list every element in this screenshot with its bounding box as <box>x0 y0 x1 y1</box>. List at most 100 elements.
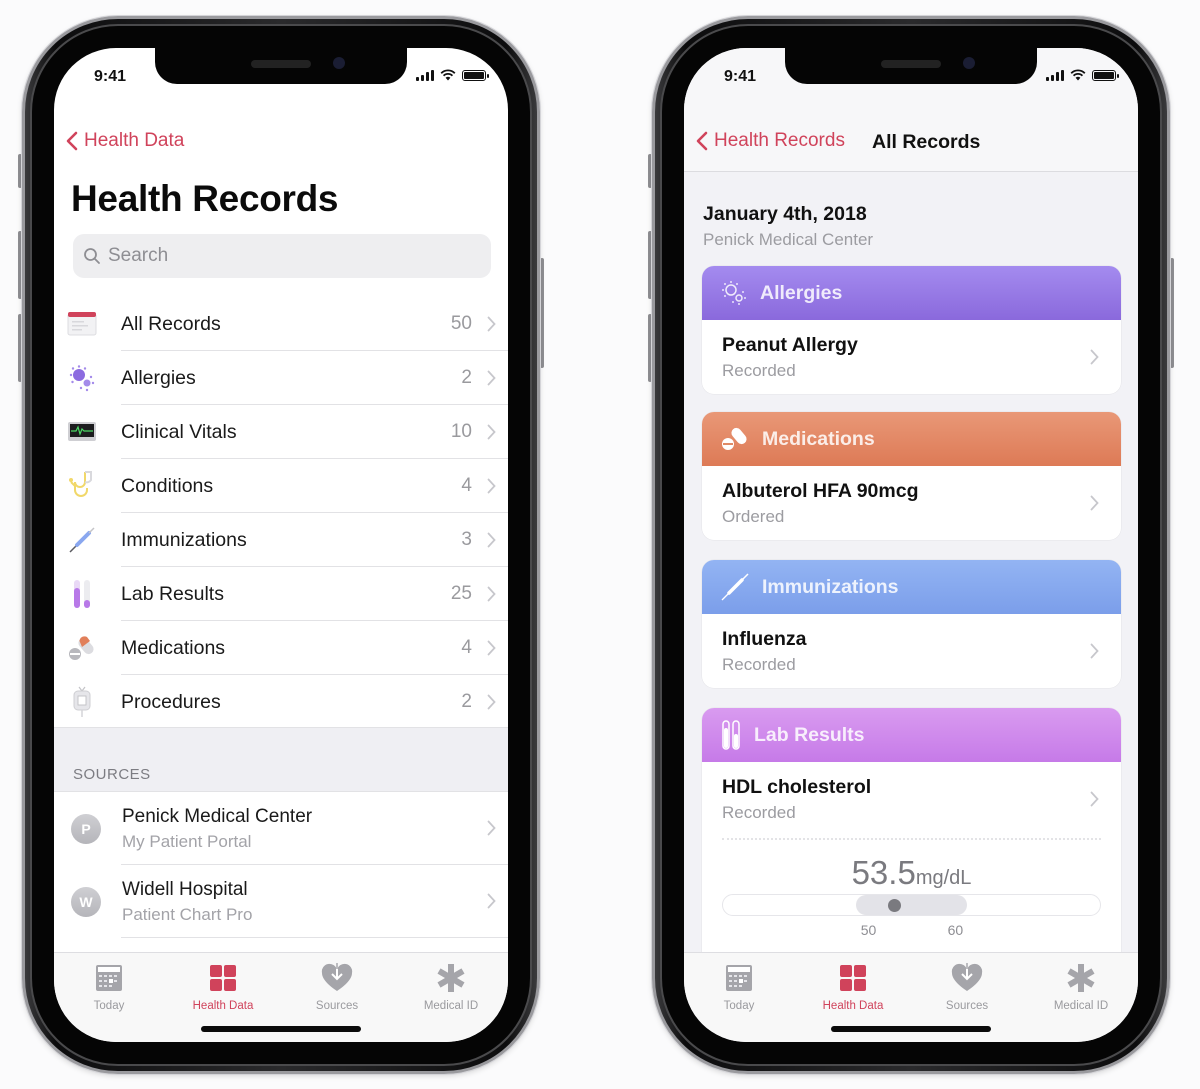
home-indicator[interactable] <box>201 1026 361 1032</box>
category-row-allergies[interactable]: Allergies 2 <box>54 351 508 405</box>
battery-icon <box>1092 70 1119 81</box>
health-records-screen: 9:41 Health Data Health Records All Reco… <box>54 48 508 1042</box>
tab-label: Sources <box>945 1000 989 1012</box>
category-row-all-records[interactable]: All Records 50 <box>54 297 508 351</box>
tab-health-data[interactable]: Health Data <box>173 962 273 1012</box>
source-row-penick[interactable]: P Penick Medical Center My Patient Porta… <box>54 792 508 865</box>
record-item: Influenza <box>722 628 807 650</box>
asterisk-icon <box>435 962 467 994</box>
category-count: 50 <box>450 313 472 334</box>
calendar-icon <box>93 962 125 994</box>
tab-label: Medical ID <box>1053 1000 1109 1012</box>
card-header: Allergies <box>702 266 1121 320</box>
category-label: Medications <box>121 636 226 659</box>
record-card-immunizations[interactable]: Immunizations Influenza Recorded <box>702 560 1121 688</box>
record-status: Ordered <box>722 507 785 526</box>
left-phone: 9:41 Health Data Health Records All Reco… <box>18 16 544 1074</box>
chevron-right-icon <box>487 370 496 386</box>
right-phone: 9:41 Health Records All Records January … <box>648 16 1174 1074</box>
iv-bag-icon <box>67 686 97 717</box>
card-body: Peanut Allergy Recorded <box>702 320 1121 394</box>
allergen-icon <box>722 281 746 305</box>
category-row-clinical-vitals[interactable]: Clinical Vitals 10 <box>54 405 508 459</box>
search-bar[interactable] <box>73 234 491 278</box>
chevron-left-icon <box>66 131 78 151</box>
asterisk-icon <box>1065 962 1097 994</box>
test-tubes-icon <box>722 720 740 750</box>
chevron-right-icon <box>487 640 496 656</box>
search-input[interactable] <box>108 245 468 267</box>
source-avatar: P <box>71 814 101 844</box>
category-row-immunizations[interactable]: Immunizations 3 <box>54 513 508 567</box>
page-title: Health Records <box>71 178 339 219</box>
lab-value-unit: mg/dL <box>915 867 972 889</box>
chevron-right-icon <box>487 586 496 602</box>
category-row-medications[interactable]: Medications 4 <box>54 621 508 675</box>
record-card-medications[interactable]: Medications Albuterol HFA 90mcg Ordered <box>702 412 1121 540</box>
side-button <box>540 258 544 368</box>
lab-value-number: 53.5 <box>851 854 916 891</box>
sources-section-header: SOURCES <box>54 727 508 792</box>
category-count: 10 <box>450 421 472 442</box>
tab-today[interactable]: Today <box>59 962 159 1012</box>
source-name: Penick Medical Center <box>122 806 313 827</box>
pills-icon <box>722 427 747 450</box>
card-body: Influenza Recorded <box>702 614 1121 688</box>
category-count: 2 <box>461 691 472 712</box>
card-header: Immunizations <box>702 560 1121 614</box>
chevron-right-icon <box>487 893 496 909</box>
reference-range-band <box>856 895 967 915</box>
home-indicator[interactable] <box>831 1026 991 1032</box>
notch <box>785 48 1037 84</box>
tab-medical-id[interactable]: Medical ID <box>401 962 501 1012</box>
record-status: Recorded <box>722 803 796 822</box>
category-label: Clinical Vitals <box>121 420 237 443</box>
card-body: HDL cholesterol Recorded <box>702 762 1121 836</box>
nav-title: All Records <box>872 131 981 153</box>
chevron-right-icon <box>487 820 496 836</box>
record-item: Peanut Allergy <box>722 334 858 356</box>
navigation-bar: Health Records All Records <box>684 96 1138 172</box>
card-header: Lab Results <box>702 708 1121 762</box>
tab-sources[interactable]: Sources <box>917 962 1017 1012</box>
back-button[interactable]: Health Records <box>696 130 845 152</box>
grid-icon <box>207 962 239 994</box>
search-icon <box>84 248 100 264</box>
sources-list: P Penick Medical Center My Patient Porta… <box>54 792 508 938</box>
pills-icon <box>67 633 97 663</box>
chevron-right-icon <box>487 424 496 440</box>
status-time: 9:41 <box>94 68 127 85</box>
tab-today[interactable]: Today <box>689 962 789 1012</box>
record-card-allergies[interactable]: Allergies Peanut Allergy Recorded <box>702 266 1121 394</box>
record-status: Recorded <box>722 361 796 380</box>
back-button[interactable]: Health Data <box>66 130 184 152</box>
record-card-lab-results[interactable]: Lab Results HDL cholesterol Recorded 53.… <box>702 708 1121 976</box>
record-date: January 4th, 2018 <box>703 203 867 225</box>
card-category: Lab Results <box>754 723 865 746</box>
tab-sources[interactable]: Sources <box>287 962 387 1012</box>
range-low-label: 50 <box>860 922 877 938</box>
back-label: Health Records <box>714 130 845 151</box>
battery-icon <box>462 70 489 81</box>
tab-medical-id[interactable]: Medical ID <box>1031 962 1131 1012</box>
category-label: Immunizations <box>121 528 247 551</box>
card-header: Medications <box>702 412 1121 466</box>
side-button <box>1170 258 1174 368</box>
record-item: HDL cholesterol <box>722 776 872 798</box>
record-status: Recorded <box>722 655 796 674</box>
range-high-label: 60 <box>947 922 964 938</box>
syringe-icon <box>721 573 749 601</box>
chevron-right-icon <box>1090 791 1099 807</box>
category-row-conditions[interactable]: Conditions 4 <box>54 459 508 513</box>
category-row-lab-results[interactable]: Lab Results 25 <box>54 567 508 621</box>
category-row-procedures[interactable]: Procedures 2 <box>54 675 508 729</box>
source-row-widell[interactable]: W Widell Hospital Patient Chart Pro <box>54 865 508 938</box>
status-time: 9:41 <box>724 68 757 85</box>
tab-label: Today <box>723 1000 755 1012</box>
cellular-signal-icon <box>1046 70 1064 81</box>
category-count: 3 <box>461 529 472 550</box>
category-label: Lab Results <box>121 582 224 605</box>
tab-health-data[interactable]: Health Data <box>803 962 903 1012</box>
record-source: Penick Medical Center <box>703 230 874 249</box>
category-count: 4 <box>461 475 472 496</box>
